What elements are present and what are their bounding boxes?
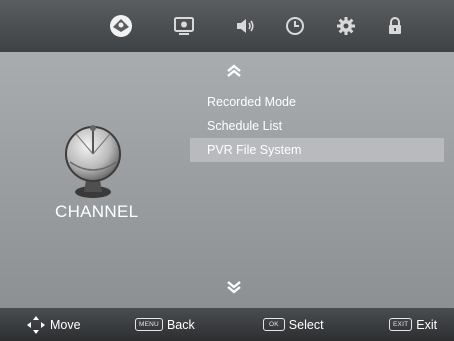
hint-bar: Move MENU Back OK Select EXIT Exit — [0, 308, 454, 341]
select-label: Select — [288, 317, 324, 332]
picture-icon[interactable] — [172, 14, 196, 38]
menu-item-recorded-mode[interactable]: Recorded Mode — [190, 90, 444, 114]
ok-key: OK — [263, 318, 285, 331]
sound-icon[interactable] — [233, 14, 257, 38]
menu-key: MENU — [135, 318, 163, 331]
arrows-icon — [27, 315, 45, 334]
back-label: Back — [166, 317, 195, 332]
menu-item-schedule-list[interactable]: Schedule List — [190, 114, 444, 138]
hint-exit: EXIT Exit — [389, 308, 437, 341]
hint-select: OK Select — [263, 308, 324, 341]
scroll-up-chevron-icon[interactable] — [226, 64, 242, 78]
tv-menu-screen: CHANNEL Recorded Mode Schedule List PVR … — [0, 0, 454, 341]
satellite-dish-icon — [65, 125, 121, 198]
menu-panel: CHANNEL Recorded Mode Schedule List PVR … — [0, 52, 454, 308]
exit-label: Exit — [416, 317, 438, 332]
clock-icon[interactable] — [283, 14, 307, 38]
section-title: CHANNEL — [55, 202, 139, 221]
gear-icon[interactable] — [334, 14, 358, 38]
lock-icon[interactable] — [383, 14, 407, 38]
hint-back: MENU Back — [135, 308, 195, 341]
category-bar — [0, 0, 454, 52]
move-label: Move — [50, 317, 81, 332]
exit-key: EXIT — [389, 318, 413, 331]
scroll-down-chevron-icon[interactable] — [226, 280, 242, 294]
menu-item-pvr-file-system[interactable]: PVR File System — [190, 138, 444, 162]
channel-icon[interactable] — [109, 14, 133, 38]
hint-move: Move — [26, 308, 81, 341]
